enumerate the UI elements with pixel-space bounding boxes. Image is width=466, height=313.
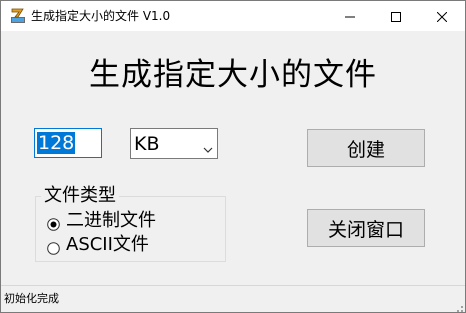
app-window: 生成指定大小的文件 V1.0 生成指定大小的文件 128 KB 创建 关闭窗口 … <box>0 0 466 313</box>
file-type-legend: 文件类型 <box>41 185 119 207</box>
chevron-down-icon <box>203 139 213 153</box>
close-button[interactable] <box>419 1 465 31</box>
minimize-button[interactable] <box>327 1 373 31</box>
maximize-button[interactable] <box>373 1 419 31</box>
unit-dropdown[interactable]: KB <box>130 128 218 159</box>
page-title: 生成指定大小的文件 <box>89 57 377 93</box>
close-icon <box>436 7 448 26</box>
resize-grip-icon[interactable] <box>453 301 463 312</box>
radio-unchecked-icon <box>47 239 60 255</box>
status-text: 初始化完成 <box>4 292 59 305</box>
size-input-value: 128 <box>37 132 76 154</box>
window-title: 生成指定大小的文件 V1.0 <box>31 9 171 23</box>
status-bar: 初始化完成 <box>1 285 465 312</box>
radio-ascii-file[interactable]: ASCII文件 <box>47 234 149 256</box>
minimize-icon <box>345 7 355 26</box>
radio-ascii-label: ASCII文件 <box>66 234 149 255</box>
radio-binary-file[interactable]: 二进制文件 <box>47 210 156 232</box>
unit-dropdown-value: KB <box>134 133 160 155</box>
radio-checked-icon <box>47 215 60 231</box>
size-input[interactable]: 128 <box>34 128 102 158</box>
radio-binary-label: 二进制文件 <box>66 210 156 231</box>
title-bar[interactable]: 生成指定大小的文件 V1.0 <box>1 1 465 31</box>
app-logo-icon <box>10 8 26 24</box>
maximize-icon <box>391 7 401 26</box>
close-window-button[interactable]: 关闭窗口 <box>307 209 425 247</box>
create-button[interactable]: 创建 <box>307 129 425 167</box>
